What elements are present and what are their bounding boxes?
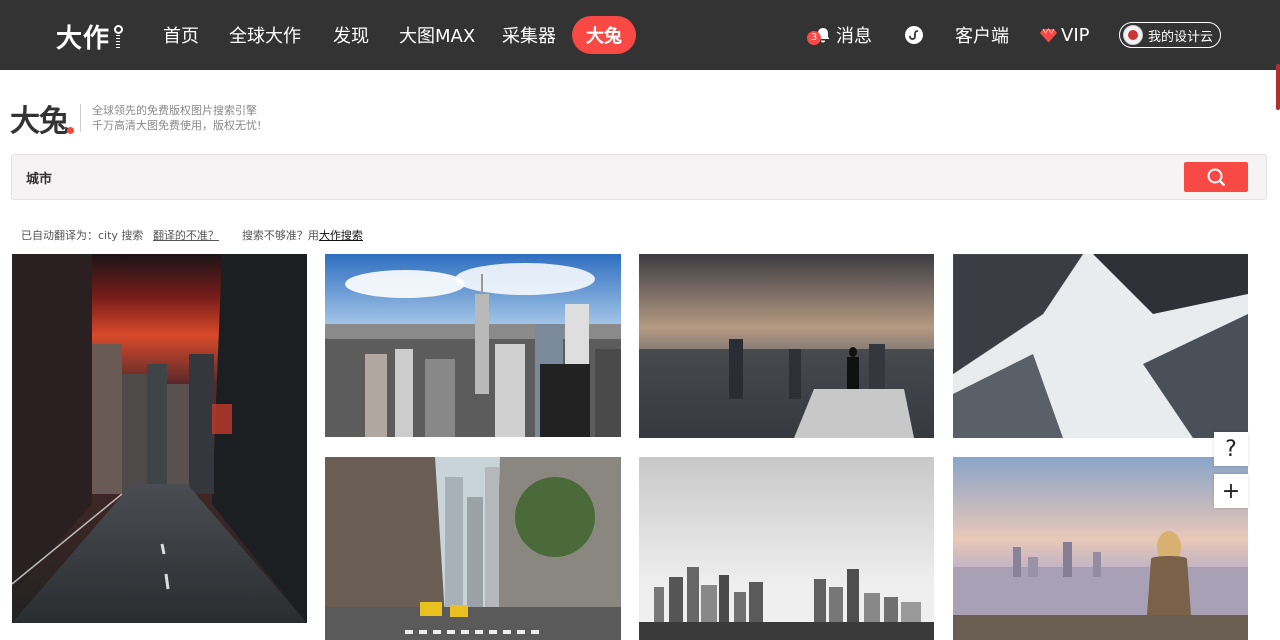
message-count-badge: 3 bbox=[807, 31, 821, 45]
scrollbar-thumb[interactable] bbox=[1276, 64, 1280, 110]
tagline-line-1: 全球领先的免费版权图片搜索引擎 bbox=[92, 104, 257, 117]
datu-logo[interactable]: 大兔 bbox=[10, 96, 74, 140]
add-button[interactable]: + bbox=[1214, 474, 1248, 508]
image-result-skyscrapers-fog[interactable] bbox=[953, 254, 1248, 438]
image-result-street-night[interactable] bbox=[12, 254, 307, 623]
my-design-cloud-button[interactable]: 我的设计云 bbox=[1119, 22, 1221, 48]
bell-icon: 3 bbox=[807, 26, 832, 45]
diamond-icon bbox=[1040, 27, 1057, 43]
miniprogram-icon bbox=[904, 25, 924, 45]
tagline-line-2: 千万高清大图免费使用，版权无忧! bbox=[92, 119, 262, 132]
logo-text: 大作 bbox=[56, 23, 111, 54]
user-avatar bbox=[1123, 25, 1143, 45]
nav-discover[interactable]: 发现 bbox=[333, 16, 369, 54]
nav-collector[interactable]: 采集器 bbox=[502, 16, 556, 54]
datu-brand: 大兔 全球领先的免费版权图片搜索引擎 千万高清大图免费使用，版权无忧! bbox=[10, 96, 261, 140]
image-result-woman-overlook[interactable] bbox=[953, 457, 1248, 640]
messages-label: 消息 bbox=[836, 26, 872, 47]
brand-tagline: 全球领先的免费版权图片搜索引擎 千万高清大图免费使用，版权无忧! bbox=[92, 103, 261, 133]
translated-text: 已自动翻译为：city 搜索 bbox=[21, 229, 144, 242]
translation-hint: 已自动翻译为：city 搜索 翻译的不准？ 搜索不够准？用大作搜索 bbox=[21, 227, 363, 243]
bad-translation-link[interactable]: 翻译的不准？ bbox=[153, 229, 219, 242]
nav-datu-active[interactable]: 大兔 bbox=[572, 16, 636, 54]
dazuo-search-link[interactable]: 大作搜索 bbox=[319, 229, 363, 242]
search-icon bbox=[1207, 168, 1225, 186]
search-button[interactable] bbox=[1184, 162, 1248, 192]
image-result-man-on-ledge[interactable] bbox=[639, 254, 934, 438]
vip-button[interactable]: VIP bbox=[1040, 16, 1089, 54]
search-bar bbox=[11, 154, 1267, 200]
nav-global-works[interactable]: 全球大作 bbox=[229, 16, 301, 54]
vip-label: VIP bbox=[1061, 24, 1090, 46]
search-input[interactable] bbox=[26, 163, 1126, 191]
client-button[interactable]: 客户端 bbox=[955, 16, 1009, 54]
brand-divider bbox=[80, 104, 81, 132]
cloud-label: 我的设计云 bbox=[1148, 29, 1214, 45]
nav-home[interactable]: 首页 bbox=[163, 16, 199, 54]
image-result-nyc-street[interactable] bbox=[325, 457, 621, 640]
image-result-nyc-skyline[interactable] bbox=[325, 254, 621, 437]
nav-big-image-max[interactable]: 大图MAX bbox=[399, 16, 475, 54]
logo-mark-icon bbox=[111, 21, 127, 51]
dazuo-logo[interactable]: 大作 bbox=[56, 20, 127, 54]
help-button[interactable]: ? bbox=[1214, 432, 1248, 466]
image-result-bw-skyline[interactable] bbox=[639, 457, 934, 640]
miniprogram-button[interactable] bbox=[904, 16, 928, 54]
messages-button[interactable]: 3 消息 bbox=[807, 16, 872, 54]
top-nav-bar: 大作 首页 全球大作 发现 大图MAX 采集器 大兔 3 消息 客户端 VIP … bbox=[0, 0, 1280, 70]
not-enough-text: 搜索不够准？用 bbox=[241, 229, 319, 242]
